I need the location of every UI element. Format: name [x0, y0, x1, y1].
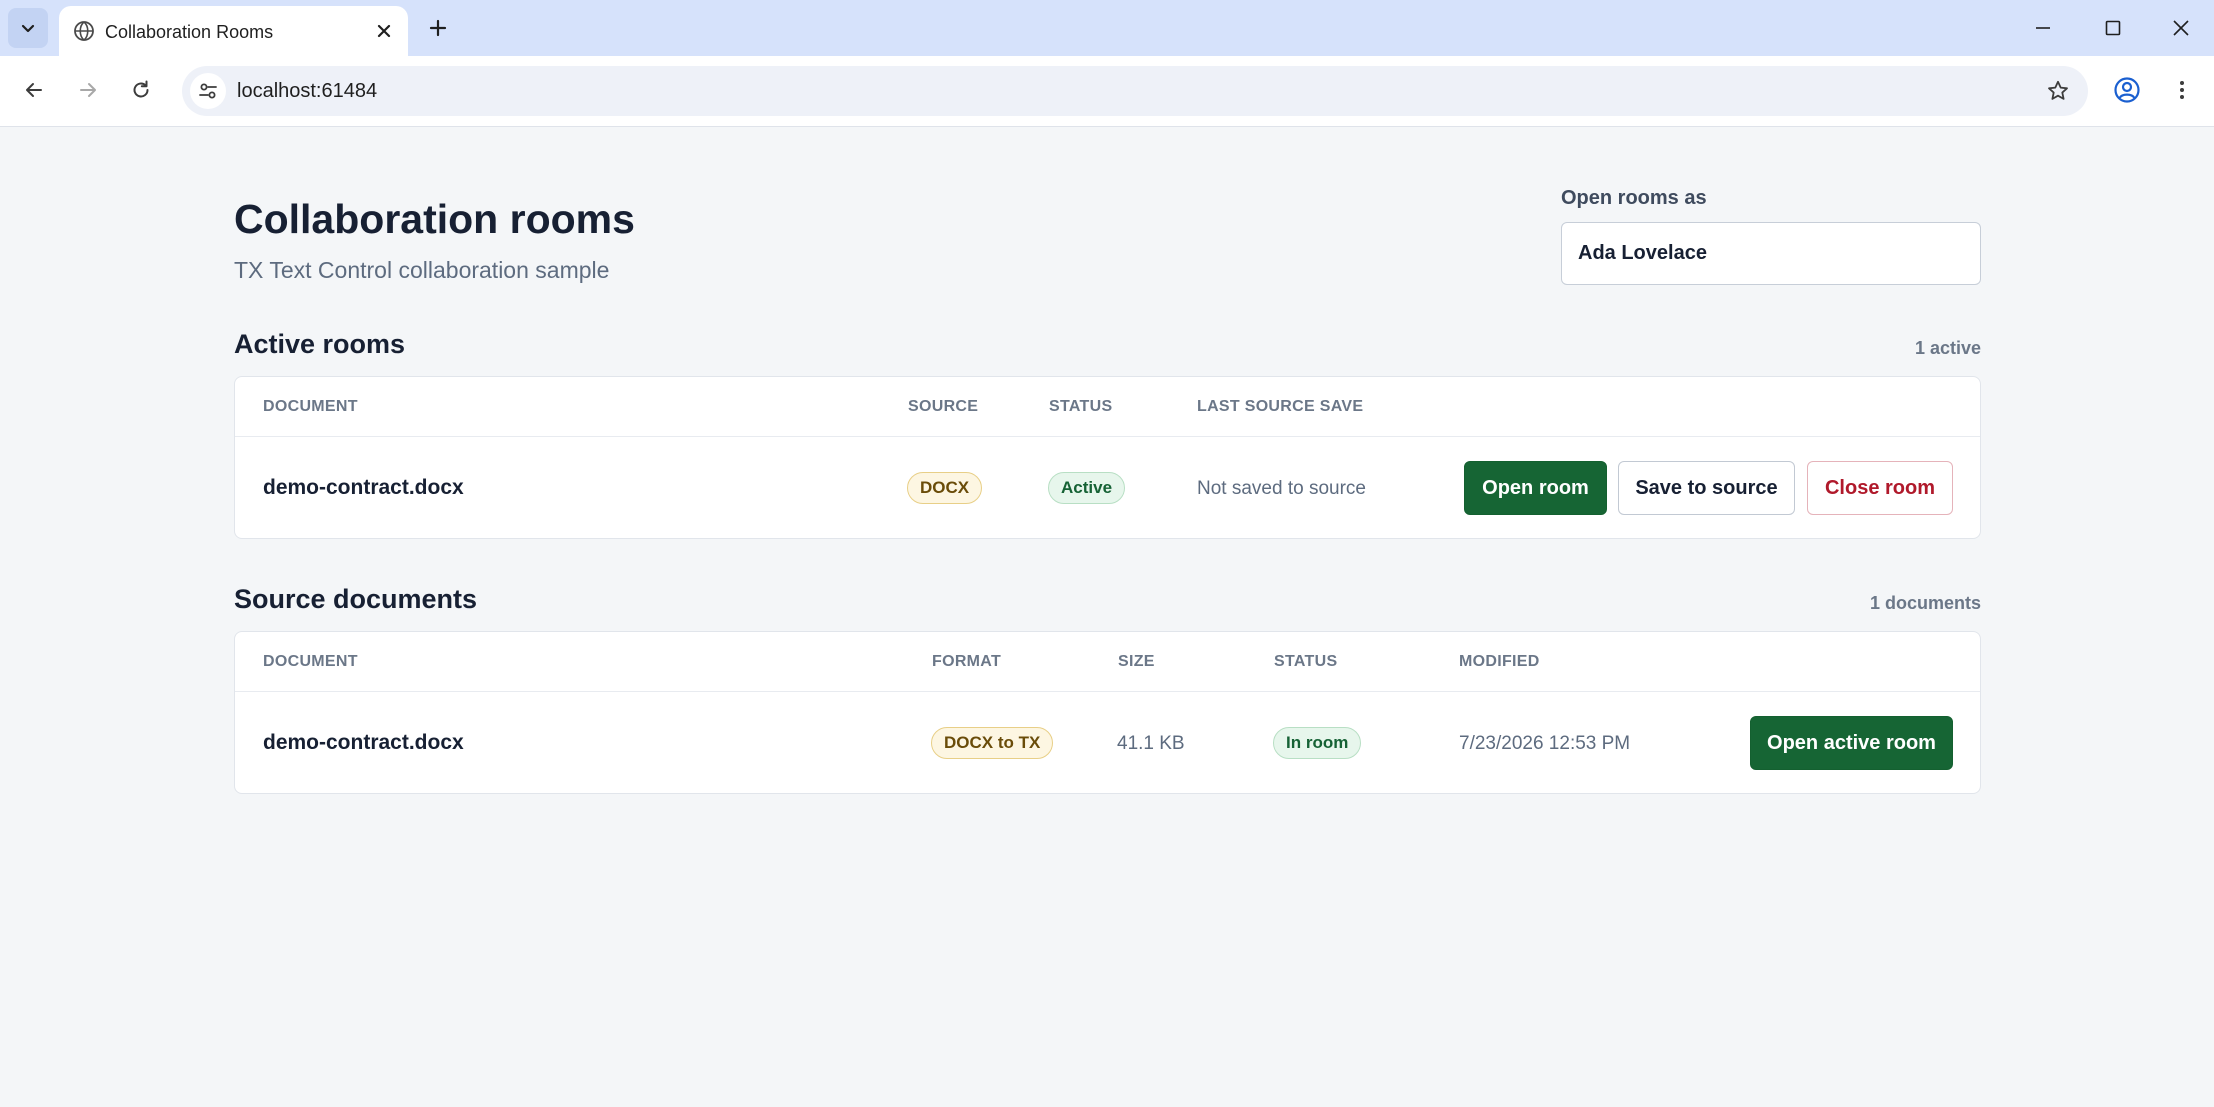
page-title: Collaboration rooms [234, 196, 635, 242]
active-rooms-title: Active rooms [234, 329, 406, 359]
source-documents-table: DOCUMENT FORMAT SIZE STATUS MODIFIED dem… [234, 631, 1981, 794]
minimize-icon [2036, 27, 2050, 29]
account-icon [2114, 77, 2140, 103]
arrow-left-icon [26, 83, 42, 97]
close-icon [2173, 20, 2189, 36]
star-icon [2048, 80, 2068, 100]
open-room-button[interactable]: Open room [1464, 461, 1607, 515]
format-badge: DOCX to TX [931, 727, 1054, 759]
window-close-button[interactable] [2156, 8, 2206, 48]
column-header-document: DOCUMENT [263, 398, 358, 415]
status-badge: Active [1048, 472, 1126, 504]
column-header-size: SIZE [1118, 653, 1155, 670]
table-header: DOCUMENT FORMAT SIZE STATUS MODIFIED [235, 632, 1980, 692]
back-button[interactable] [14, 70, 54, 110]
close-room-button[interactable]: Close room [1807, 461, 1953, 515]
plus-icon [429, 19, 447, 37]
site-info-button[interactable] [190, 73, 226, 109]
tab-title: Collaboration Rooms [105, 22, 274, 42]
save-to-source-button[interactable]: Save to source [1618, 461, 1795, 515]
reload-button[interactable] [121, 70, 161, 110]
column-header-status: STATUS [1274, 653, 1338, 670]
source-badge: DOCX [907, 472, 983, 504]
last-source-save: Not saved to source [1197, 478, 1366, 499]
browser-tab-strip: Collaboration Rooms [0, 0, 2214, 56]
globe-icon [74, 21, 94, 42]
bookmark-button[interactable] [2042, 75, 2074, 107]
document-modified: 7/23/2026 12:53 PM [1459, 733, 1631, 754]
close-icon [377, 24, 391, 38]
tab-search-button[interactable] [8, 8, 48, 48]
column-header-format: FORMAT [932, 653, 1002, 670]
new-tab-button[interactable] [422, 12, 454, 44]
document-size: 41.1 KB [1117, 733, 1185, 754]
arrow-right-icon [80, 83, 96, 97]
source-documents-title: Source documents [234, 584, 478, 614]
status-badge: In room [1273, 727, 1362, 759]
forward-button[interactable] [68, 70, 108, 110]
profile-button[interactable] [2107, 70, 2147, 110]
source-documents-count: 1 documents [1869, 593, 1981, 613]
maximize-icon [2105, 20, 2121, 36]
page-subtitle: TX Text Control collaboration sample [234, 257, 610, 283]
active-rooms-table: DOCUMENT SOURCE STATUS LAST SOURCE SAVE … [234, 376, 1981, 539]
active-rooms-count: 1 active [1914, 338, 1981, 358]
chevron-down-icon [21, 24, 35, 33]
browser-tab[interactable]: Collaboration Rooms [59, 6, 408, 56]
column-header-document: DOCUMENT [263, 653, 358, 670]
column-header-status: STATUS [1049, 398, 1113, 415]
column-header-source: SOURCE [908, 398, 979, 415]
address-bar[interactable]: localhost:61484 [182, 66, 2088, 116]
browser-menu-button[interactable] [2162, 70, 2202, 110]
url-text[interactable]: localhost:61484 [237, 80, 377, 103]
tab-close-button[interactable] [370, 17, 398, 45]
browser-toolbar: localhost:61484 [0, 56, 2214, 127]
reload-icon [133, 80, 149, 98]
maximize-button[interactable] [2088, 8, 2138, 48]
open-as-input[interactable] [1561, 222, 1981, 285]
open-as-label: Open rooms as [1561, 187, 1707, 209]
more-vertical-icon [2180, 81, 2184, 99]
open-active-room-button[interactable]: Open active room [1750, 716, 1953, 770]
column-header-modified: MODIFIED [1459, 653, 1540, 670]
room-document-name: demo-contract.docx [263, 476, 464, 499]
table-header: DOCUMENT SOURCE STATUS LAST SOURCE SAVE [235, 377, 1980, 437]
source-document-name: demo-contract.docx [263, 731, 464, 754]
column-header-last-source-save: LAST SOURCE SAVE [1197, 398, 1364, 415]
tune-icon [199, 83, 217, 99]
minimize-button[interactable] [2018, 8, 2068, 48]
